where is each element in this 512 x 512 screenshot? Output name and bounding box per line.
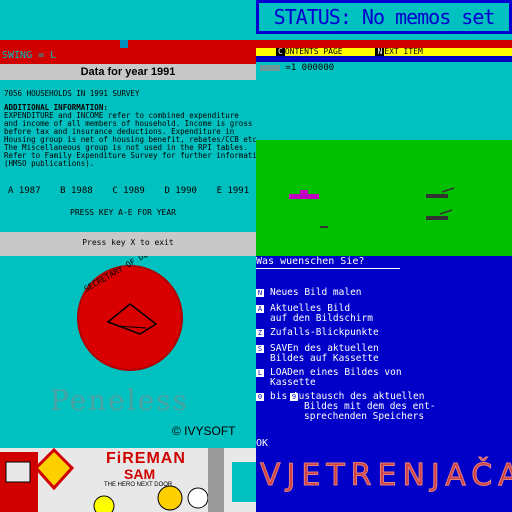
- menu-prompt: Was wuenschen Sie?: [256, 256, 365, 267]
- small-object-icon: [320, 226, 328, 228]
- red-stripe: [256, 40, 512, 48]
- score-value: =1 000000: [285, 63, 335, 73]
- peneless-title-screen: SECRETARY OF DEFENSE Peneless © IVYSOFT: [0, 256, 256, 448]
- key-icon: N: [256, 288, 264, 297]
- next-label[interactable]: EXT ITEM: [384, 48, 423, 56]
- exit-hint[interactable]: Press key X to exit: [0, 232, 256, 256]
- menu-item-swap[interactable]: 0 9 bis Austausch des aktuellen Bildes mit…: [256, 392, 436, 422]
- menu-item-label: Neues Bild malen: [270, 287, 362, 298]
- score-line: =1 000000: [256, 62, 512, 74]
- defense-seal-icon: SECRETARY OF DEFENSE: [77, 256, 183, 371]
- year-option-e[interactable]: E 1991: [217, 186, 250, 196]
- year-option-a[interactable]: A 1987: [8, 186, 41, 196]
- game-title: VJETRENJAČA: [260, 458, 512, 494]
- menu-item-label: Zufalls-Blickpunkte: [270, 327, 379, 338]
- kite-icon: [33, 448, 75, 491]
- teletext-menu: C ONTENTS PAGE N EXT ITEM: [256, 48, 512, 56]
- swing-indicator: SWING = L: [0, 48, 256, 64]
- red-stripe: [0, 40, 256, 48]
- menu-item-label: Bildes auf Kassette: [270, 353, 379, 364]
- vjetrenjaca-screen: VJETRENJAČA: [256, 448, 512, 512]
- survey-screen: SWING = L Data for year 1991 7056 HOUSEH…: [0, 48, 256, 256]
- battlefield: [256, 140, 512, 256]
- game-title: Peneless: [50, 384, 190, 417]
- enemy-tank-icon: [426, 209, 453, 220]
- menu-item-new[interactable]: N Neues Bild malen: [256, 288, 362, 298]
- menu-item-save[interactable]: S SAVEn des aktuellen Bildes auf Kassette: [256, 344, 379, 364]
- year-option-d[interactable]: D 1990: [164, 186, 197, 196]
- tanks: [289, 187, 455, 228]
- menu-item-label: Kassette: [270, 377, 316, 388]
- menu-item-current[interactable]: A Aktuelles Bild auf den Bildschirm: [256, 304, 373, 324]
- key-icon: 9: [290, 393, 298, 401]
- copyright: © IVYSOFT: [172, 424, 236, 438]
- lives-tank-icon: [260, 64, 280, 71]
- tagline: THE HERO NEXT DOOR: [104, 482, 173, 488]
- next-key[interactable]: N: [375, 48, 385, 56]
- menu-item-random[interactable]: Z Zufalls-Blickpunkte: [256, 328, 379, 338]
- year-prompt: PRESS KEY A-E FOR YEAR: [70, 208, 176, 217]
- key-icon: L: [256, 368, 264, 377]
- german-menu-screen: Was wuenschen Sie? N Neues Bild malen A Ak…: [256, 256, 512, 448]
- prompt-underline: [256, 268, 400, 269]
- player-tank-icon: [289, 190, 319, 199]
- top-left-panel: [0, 0, 256, 48]
- year-option-c[interactable]: C 1989: [112, 186, 145, 196]
- contents-label[interactable]: ONTENTS PAGE: [285, 48, 343, 56]
- status-panel: STATUS: No memos set: [256, 0, 512, 48]
- status-text: STATUS: No memos set: [256, 0, 512, 34]
- menu-item-load[interactable]: L LOADen eines Bildes von Kassette: [256, 368, 402, 388]
- key-icon: Z: [256, 328, 264, 337]
- menu-item-label: sprechenden Speichers: [304, 411, 425, 422]
- key-icon: A: [256, 304, 264, 313]
- survey-title: Data for year 1991: [0, 64, 256, 80]
- blue-block: [120, 40, 128, 48]
- game-title-line2: SAM: [124, 466, 156, 482]
- households-line: 7056 HOUSEHOLDS IN 1991 SURVEY: [4, 89, 140, 98]
- key-icon: S: [256, 344, 264, 353]
- fireman-sam-screen: FiREMAN SAM THE HERO NEXT DOOR: [0, 448, 256, 512]
- key-icon: 0: [256, 392, 264, 401]
- menu-item-label: auf den Bildschirm: [270, 313, 373, 324]
- tank-game-screen: C ONTENTS PAGE N EXT ITEM =1 000000: [256, 48, 512, 256]
- year-options: A 1987 B 1988 C 1989 D 1990 E 1991: [8, 178, 256, 197]
- enemy-tank-icon: [426, 187, 455, 198]
- ok-status: OK: [256, 438, 269, 448]
- info-line: (HMSO publications).: [4, 159, 95, 168]
- contents-key[interactable]: C: [276, 48, 285, 56]
- year-option-b[interactable]: B 1988: [60, 186, 93, 196]
